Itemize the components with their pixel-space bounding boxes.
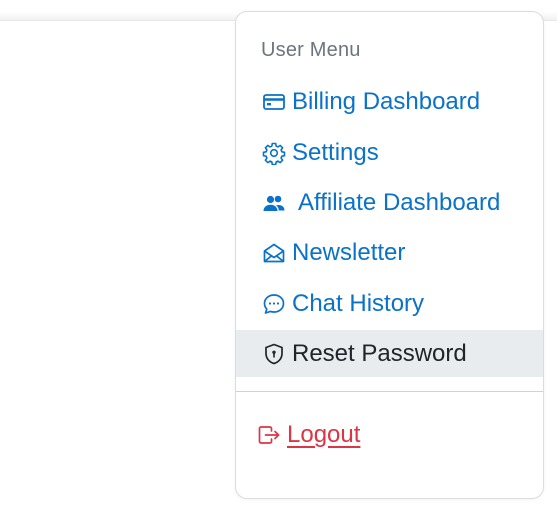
- box-arrow-right-icon: [255, 422, 282, 449]
- gear-icon: [260, 140, 287, 167]
- menu-item-affiliate-dashboard[interactable]: Affiliate Dashboard: [236, 184, 543, 222]
- user-menu-dropdown: User Menu Billing Dashboard Settings Aff…: [235, 11, 544, 499]
- menu-item-label: Billing Dashboard: [292, 88, 481, 115]
- menu-divider: [236, 391, 543, 392]
- menu-item-chat-history[interactable]: Chat History: [236, 285, 543, 323]
- logout-label: Logout: [287, 421, 361, 448]
- people-icon: [260, 190, 287, 217]
- menu-item-label: Settings: [292, 139, 379, 166]
- menu-item-reset-password[interactable]: Reset Password: [236, 330, 543, 377]
- menu-item-newsletter[interactable]: Newsletter: [236, 234, 543, 272]
- logout-link[interactable]: Logout: [236, 416, 543, 454]
- menu-item-label: Affiliate Dashboard: [298, 189, 501, 216]
- menu-header: User Menu: [261, 39, 361, 61]
- envelope-open-icon: [260, 240, 287, 267]
- page: User Menu Billing Dashboard Settings Aff…: [0, 0, 557, 517]
- menu-item-settings[interactable]: Settings: [236, 134, 543, 172]
- credit-card-icon: [260, 89, 287, 116]
- menu-item-label: Reset Password: [292, 339, 467, 367]
- menu-item-label: Chat History: [292, 290, 425, 317]
- menu-item-label: Newsletter: [292, 239, 406, 266]
- chat-dots-icon: [260, 291, 287, 318]
- shield-lock-icon: [260, 340, 287, 367]
- menu-item-billing-dashboard[interactable]: Billing Dashboard: [236, 83, 543, 121]
